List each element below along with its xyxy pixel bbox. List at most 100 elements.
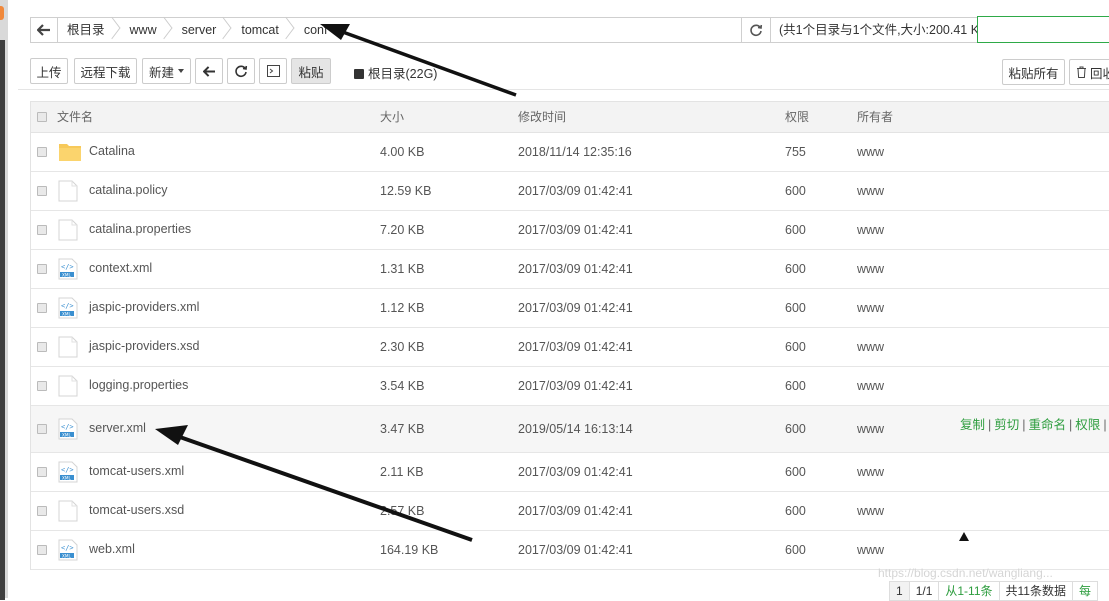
new-dropdown-button[interactable]: 新建 — [142, 58, 191, 84]
cell-size: 2.11 KB — [380, 465, 424, 479]
row-checkbox[interactable] — [37, 545, 47, 555]
remote-download-button[interactable]: 远程下载 — [74, 58, 137, 84]
cell-perm: 600 — [785, 543, 806, 557]
header-owner[interactable]: 所有者 — [857, 102, 893, 132]
header-size[interactable]: 大小 — [380, 102, 404, 132]
path-back-button[interactable] — [31, 18, 58, 42]
cell-size: 12.59 KB — [380, 184, 432, 198]
terminal-icon — [266, 65, 280, 77]
row-action-1[interactable]: 剪切 — [994, 418, 1019, 432]
path-refresh-button[interactable] — [741, 18, 771, 42]
file-icon — [58, 500, 78, 522]
row-checkbox[interactable] — [37, 467, 47, 477]
file-name-link[interactable]: catalina.properties — [89, 222, 191, 236]
action-separator: | — [1069, 418, 1073, 432]
svg-text:XML: XML — [62, 475, 71, 480]
paste-all-button[interactable]: 粘贴所有 — [1002, 59, 1065, 85]
cell-size: 1.12 KB — [380, 301, 425, 315]
table-body: Catalina 4.00 KB 2018/11/14 12:35:16 755 www… — [31, 133, 1109, 570]
table-row[interactable]: catalina.properties 7.20 KB 2017/03/09 01:… — [31, 211, 1109, 250]
row-action-3[interactable]: 权限 — [1075, 418, 1100, 432]
table-row[interactable]: Catalina 4.00 KB 2018/11/14 12:35:16 755 www — [31, 133, 1109, 172]
svg-text:XML: XML — [62, 311, 71, 316]
disk-icon — [354, 69, 364, 79]
trash-icon — [1077, 66, 1086, 78]
row-checkbox[interactable] — [37, 381, 47, 391]
terminal-button[interactable] — [259, 58, 287, 84]
file-name-link[interactable]: tomcat-users.xml — [89, 464, 184, 478]
breadcrumb-item-conf[interactable]: conf — [295, 18, 344, 42]
back-button[interactable] — [195, 58, 223, 84]
row-checkbox[interactable] — [37, 225, 47, 235]
disk-label: 根目录(22G) — [368, 67, 438, 81]
breadcrumb-item-server[interactable]: server — [173, 18, 233, 42]
file-icon — [58, 219, 78, 241]
cell-owner: www — [857, 379, 885, 393]
cell-owner: www — [857, 422, 885, 436]
header-permission[interactable]: 权限 — [785, 102, 809, 132]
cell-owner: www — [857, 543, 885, 557]
table-row[interactable]: </> XML context.xml 1.31 KB 2017/03/09 01:42… — [31, 250, 1109, 289]
row-checkbox[interactable] — [37, 506, 47, 516]
svg-text:</>: </> — [61, 302, 74, 310]
breadcrumb-item-www[interactable]: www — [121, 18, 173, 42]
table-row[interactable]: </> XML tomcat-users.xml 2.11 KB 2017/03/09 … — [31, 453, 1109, 492]
table-row[interactable]: </> XML web.xml 164.19 KB 2017/03/09 01:42:4… — [31, 531, 1109, 570]
cell-mtime: 2017/03/09 01:42:41 — [518, 543, 633, 557]
cell-perm: 600 — [785, 223, 806, 237]
row-checkbox[interactable] — [37, 424, 47, 434]
page-total: 共11条数据 — [998, 581, 1073, 601]
file-name-link[interactable]: tomcat-users.xsd — [89, 503, 184, 517]
file-icon — [58, 180, 78, 202]
cell-owner: www — [857, 465, 885, 479]
file-name-link[interactable]: jaspic-providers.xml — [89, 300, 199, 314]
header-filename[interactable]: 文件名 — [57, 102, 93, 132]
row-checkbox[interactable] — [37, 342, 47, 352]
table-row[interactable]: </> XML server.xml 3.47 KB 2019/05/14 16:13:… — [31, 406, 1109, 453]
table-row[interactable]: </> XML jaspic-providers.xml 1.12 KB 2017/03… — [31, 289, 1109, 328]
upload-button[interactable]: 上传 — [30, 58, 68, 84]
table-header: 文件名 大小 修改时间 权限 所有者 — [31, 102, 1109, 133]
row-action-2[interactable]: 重命名 — [1029, 418, 1067, 432]
page-current[interactable]: 1 — [889, 581, 910, 601]
file-name-link[interactable]: web.xml — [89, 542, 135, 556]
file-name-link[interactable]: Catalina — [89, 144, 135, 158]
breadcrumb-item-tomcat[interactable]: tomcat — [232, 18, 295, 42]
file-name-link[interactable]: server.xml — [89, 421, 146, 435]
row-checkbox[interactable] — [37, 303, 47, 313]
page-per-page[interactable]: 每 — [1071, 581, 1098, 601]
pagination: 1 1/1 从1-11条 共11条数据 每 — [889, 581, 1098, 601]
paste-button[interactable]: 粘贴 — [291, 58, 331, 84]
table-row[interactable]: catalina.policy 12.59 KB 2017/03/09 01:42:… — [31, 172, 1109, 211]
cell-mtime: 2017/03/09 01:42:41 — [518, 223, 633, 237]
xml-file-icon: </> XML — [58, 539, 78, 561]
svg-text:</>: </> — [61, 466, 74, 474]
remote-download-label: 远程下载 — [80, 65, 131, 80]
file-name-link[interactable]: context.xml — [89, 261, 152, 275]
row-checkbox[interactable] — [37, 147, 47, 157]
row-checkbox[interactable] — [37, 186, 47, 196]
select-all-checkbox[interactable] — [37, 112, 47, 122]
file-name-link[interactable]: jaspic-providers.xsd — [89, 339, 199, 353]
row-action-0[interactable]: 复制 — [960, 418, 985, 432]
disk-selector[interactable]: 根目录(22G) — [354, 63, 437, 82]
cell-mtime: 2018/11/14 12:35:16 — [518, 145, 632, 159]
arrow-left-icon — [37, 24, 50, 36]
file-name-link[interactable]: logging.properties — [89, 378, 188, 392]
table-row[interactable]: tomcat-users.xsd 2.57 KB 2017/03/09 01:42:… — [31, 492, 1109, 531]
new-label: 新建 — [148, 65, 174, 80]
cell-owner: www — [857, 223, 885, 237]
refresh-button[interactable] — [227, 58, 255, 84]
folder-icon — [58, 141, 81, 163]
cell-mtime: 2017/03/09 01:42:41 — [518, 301, 633, 315]
window-left-shadow — [0, 40, 5, 600]
recycle-bin-button[interactable]: 回收 — [1069, 59, 1109, 85]
cell-perm: 600 — [785, 504, 806, 518]
path-search-input[interactable] — [977, 16, 1109, 43]
breadcrumb-item-root[interactable]: 根目录 — [58, 18, 121, 42]
file-name-link[interactable]: catalina.policy — [89, 183, 168, 197]
table-row[interactable]: logging.properties 3.54 KB 2017/03/09 01:4… — [31, 367, 1109, 406]
row-checkbox[interactable] — [37, 264, 47, 274]
header-mtime[interactable]: 修改时间 — [518, 102, 566, 132]
table-row[interactable]: jaspic-providers.xsd 2.30 KB 2017/03/09 01… — [31, 328, 1109, 367]
